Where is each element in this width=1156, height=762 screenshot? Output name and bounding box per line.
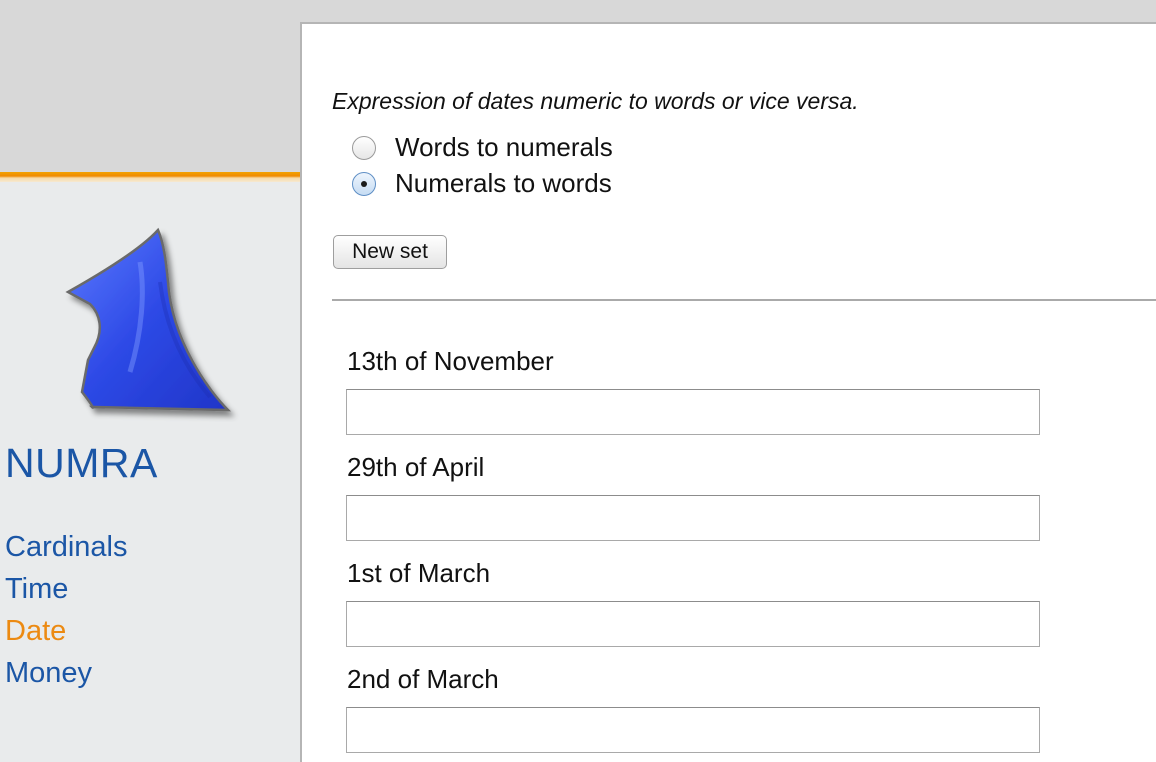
new-set-button[interactable]: New set (333, 235, 447, 269)
sidebar-item-cardinals[interactable]: Cardinals (5, 526, 128, 568)
answer-input-4[interactable] (346, 707, 1040, 753)
option-numerals-to-words[interactable]: Numerals to words (352, 168, 612, 199)
option-label: Numerals to words (395, 168, 612, 198)
numeral-one-logo-icon (65, 227, 232, 412)
question-label: 13th of November (347, 346, 554, 376)
instruction-text: Expression of dates numeric to words or … (332, 88, 859, 114)
answer-input-2[interactable] (346, 495, 1040, 541)
radio-words-to-numerals[interactable] (352, 135, 376, 160)
sidebar-nav: Cardinals Time Date Money (5, 526, 128, 694)
accent-divider (0, 172, 300, 182)
option-words-to-numerals[interactable]: Words to numerals (352, 132, 613, 163)
sidebar-item-date[interactable]: Date (5, 610, 128, 652)
question-label: 1st of March (347, 558, 491, 588)
option-label: Words to numerals (395, 132, 613, 162)
question-label: 29th of April (347, 452, 485, 482)
answer-input-1[interactable] (346, 389, 1040, 435)
radio-numerals-to-words[interactable] (352, 171, 376, 196)
sidebar-item-money[interactable]: Money (5, 652, 128, 694)
question-label: 2nd of March (347, 664, 499, 694)
answer-input-3[interactable] (346, 601, 1040, 647)
main-content: Expression of dates numeric to words or … (300, 22, 1156, 762)
sidebar-item-time[interactable]: Time (5, 568, 128, 610)
brand-title: NUMRA (5, 440, 158, 486)
section-divider (332, 299, 1156, 301)
